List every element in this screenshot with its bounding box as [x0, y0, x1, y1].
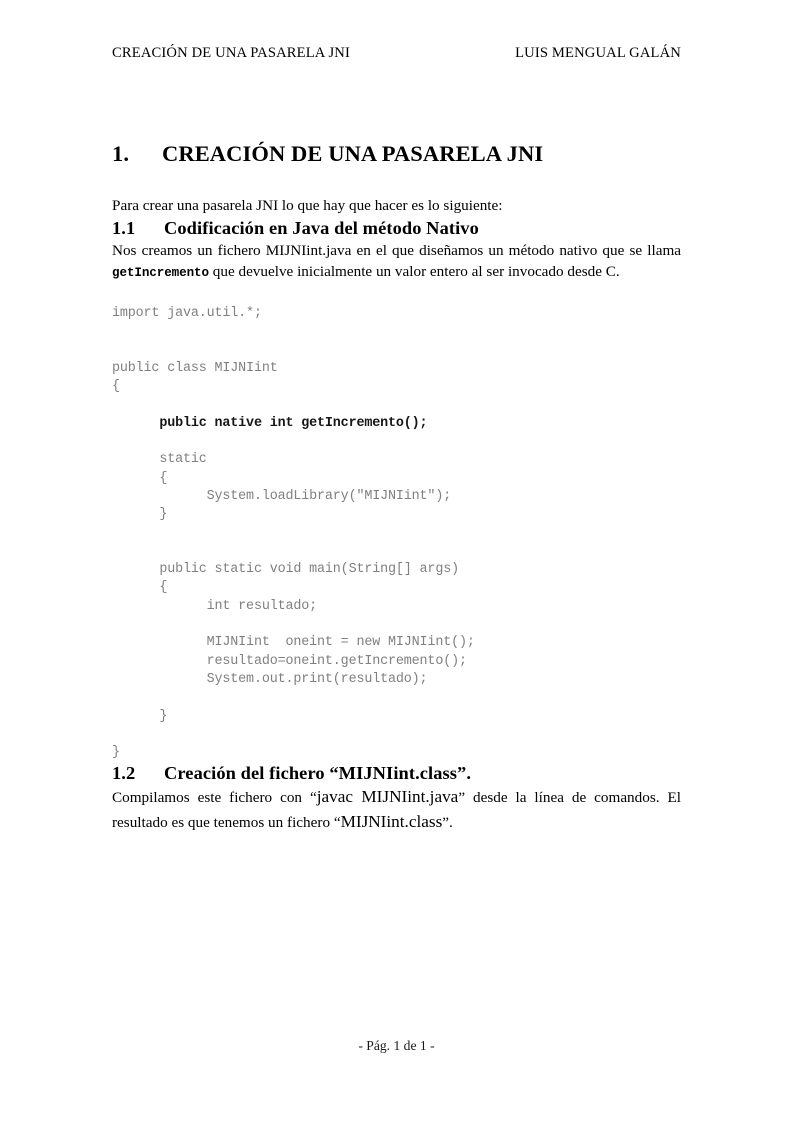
section-title-text-1-2: Creación del fichero “MIJNIint.class”. — [164, 763, 472, 784]
inline-code-getincremento: getIncremento — [112, 266, 209, 281]
intro-paragraph: Para crear una pasarela JNI lo que hay q… — [112, 197, 503, 214]
code-line: resultado=oneint.getIncremento(); — [112, 653, 467, 669]
code-line: System.loadLibrary("MIJNIint"); — [112, 489, 452, 504]
header-right-text: LUIS MENGUAL GALÁN — [515, 45, 681, 61]
document-body: 1. CREACIÓN DE UNA PASARELA JNI Para cre… — [112, 140, 681, 834]
paragraph-1-1: Nos creamos un fichero MIJNIint.java en … — [112, 240, 681, 283]
section-heading-1-1: 1.1 Codificación en Java del método Nati… — [112, 217, 681, 240]
chapter-number: 1. — [112, 141, 130, 166]
code-line: } — [112, 507, 168, 523]
section-title-text-1-1: Codificación en Java del método Nativo — [164, 217, 479, 238]
code-line: public native int getIncremento(); — [112, 415, 428, 431]
filename-class: MIJNIint.class — [340, 811, 443, 831]
code-line: import java.util.*; — [112, 306, 262, 322]
java-code-listing: import java.util.*; public class MIJNIin… — [112, 305, 681, 762]
code-line: public class MIJNIint — [112, 360, 278, 376]
code-line: System.out.print(resultado); — [112, 671, 428, 687]
section-heading-1-2: 1.2 Creación del fichero “MIJNIint.class… — [112, 762, 681, 785]
running-header: CREACIÓN DE UNA PASARELA JNI LUIS MENGUA… — [112, 44, 681, 62]
paragraph-1-1-part2: que devuelve inicialmente un valor enter… — [208, 263, 620, 281]
paragraph-1-2-part3: ”. — [442, 813, 453, 831]
code-line: { — [112, 580, 168, 596]
page-footer: - Pág. 1 de 1 - — [0, 1038, 793, 1054]
page-number-text: - Pág. 1 de 1 - — [358, 1038, 435, 1053]
document-page: CREACIÓN DE UNA PASARELA JNI LUIS MENGUA… — [0, 0, 793, 1122]
code-line: static — [112, 452, 207, 468]
section-number-1-2: 1.2 — [112, 763, 136, 784]
code-line: int resultado; — [112, 598, 318, 614]
header-left-text: CREACIÓN DE UNA PASARELA JNI — [112, 45, 350, 61]
command-javac: javac MIJNIint.java — [316, 787, 459, 807]
paragraph-1-1-part1: Nos creamos un fichero MIJNIint.java en … — [112, 241, 681, 259]
code-line: { — [112, 379, 120, 395]
code-line: public static void main(String[] args) — [112, 562, 459, 578]
section-number-1-1: 1.1 — [112, 217, 136, 238]
code-line: } — [112, 745, 120, 761]
paragraph-1-2: Compilamos este fichero con “javac MIJNI… — [112, 785, 681, 834]
code-line: } — [112, 708, 168, 724]
chapter-title-text: CREACIÓN DE UNA PASARELA JNI — [162, 141, 544, 166]
paragraph-1-2-part1: Compilamos este fichero con “ — [112, 789, 317, 807]
code-line: { — [112, 470, 168, 486]
code-line: MIJNIint oneint = new MIJNIint(); — [112, 635, 475, 651]
chapter-heading: 1. CREACIÓN DE UNA PASARELA JNI — [112, 140, 681, 167]
